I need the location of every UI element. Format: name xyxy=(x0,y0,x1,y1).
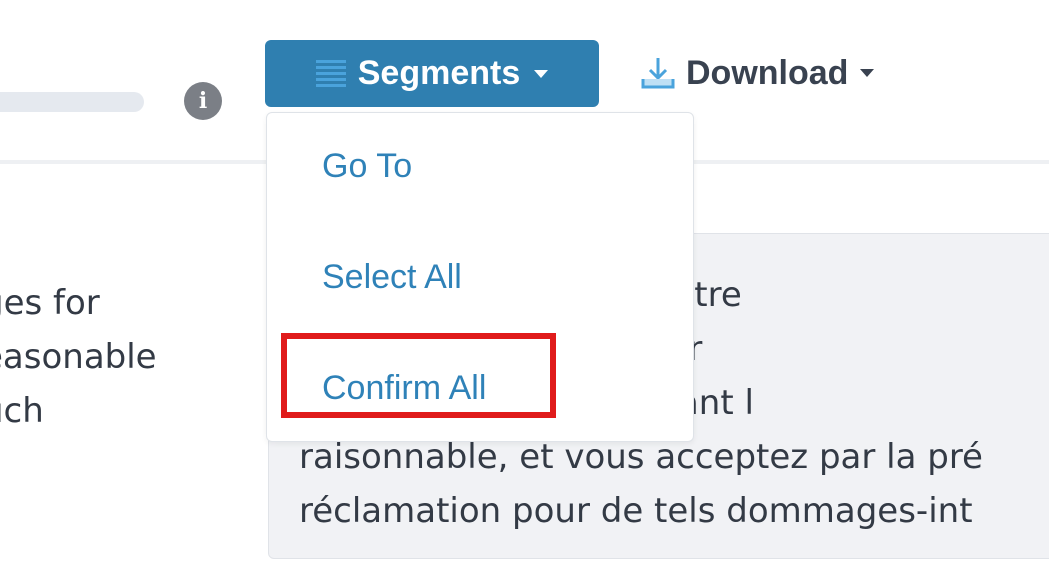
download-button-label: Download xyxy=(686,53,849,92)
source-segment-text: ges for easonable uch xyxy=(0,276,202,438)
menu-item-go-to[interactable]: Go To xyxy=(322,147,412,186)
download-dropdown-button[interactable]: Download xyxy=(640,48,875,98)
download-icon xyxy=(641,58,675,89)
progress-bar xyxy=(0,92,144,112)
segments-button-label: Segments xyxy=(357,54,521,92)
chevron-down-icon xyxy=(534,69,549,78)
highlight-box xyxy=(281,333,556,418)
source-text-line: uch xyxy=(0,391,44,431)
list-icon xyxy=(315,58,346,90)
source-text-line: ges for xyxy=(0,283,100,323)
target-text-line: réclamation pour de tels dommages-int xyxy=(299,491,973,531)
segments-dropdown-button[interactable]: Segments xyxy=(265,40,599,107)
source-text-line: easonable xyxy=(0,337,157,377)
menu-item-select-all[interactable]: Select All xyxy=(322,258,462,297)
info-icon[interactable]: i xyxy=(184,82,222,120)
chevron-down-icon xyxy=(860,69,875,77)
